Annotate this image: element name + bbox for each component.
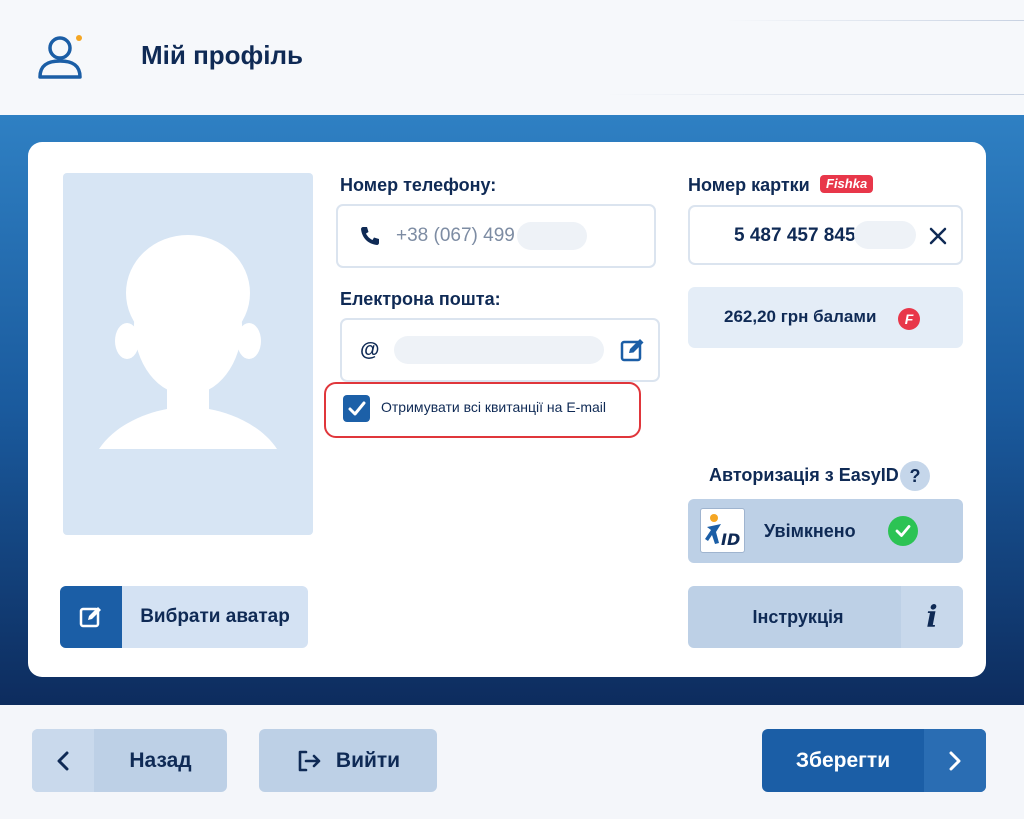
info-icon: i [901, 586, 963, 648]
edit-email-icon[interactable] [620, 337, 646, 363]
back-label: Назад [129, 749, 192, 772]
close-icon[interactable] [927, 225, 949, 247]
check-circle-icon [888, 516, 918, 546]
logout-button[interactable]: Вийти [259, 729, 437, 792]
back-button[interactable]: Назад [32, 729, 227, 792]
edit-icon [60, 586, 122, 648]
phone-value: +38 (067) 499 [396, 225, 515, 246]
email-label: Електрона пошта: [340, 289, 501, 309]
phone-icon [361, 227, 379, 245]
easyid-status[interactable]: ID Увімкнено [688, 499, 963, 563]
masked-email [393, 336, 604, 364]
avatar [63, 173, 313, 535]
header-decoration-line [724, 20, 1024, 21]
logout-icon [298, 750, 321, 771]
easyid-label: Авторизація з EasyID [709, 465, 899, 485]
checkmark-icon [348, 401, 365, 415]
receipts-checkbox[interactable] [343, 395, 370, 422]
chevron-left-icon [32, 729, 94, 792]
points-text: 262,20 грн балами [724, 307, 877, 326]
page-title: Мій профіль [141, 40, 304, 70]
phone-label: Номер телефону: [340, 175, 497, 195]
easyid-logo-icon: ID [700, 508, 745, 553]
save-label: Зберегти [795, 749, 891, 772]
card-number-value: 5 487 457 845 [734, 225, 856, 246]
svg-text:ID: ID [721, 530, 740, 549]
chevron-right-icon [924, 729, 986, 792]
fishka-badge: Fishka [820, 175, 874, 193]
save-button[interactable]: Зберегти [762, 729, 986, 792]
help-icon[interactable]: ? [900, 461, 930, 491]
phone-field[interactable]: +38 (067) 499 [336, 204, 656, 268]
email-field[interactable]: @ [340, 318, 660, 382]
fishka-coin-icon: F [898, 308, 920, 330]
card-number-field[interactable]: 5 487 457 845 [688, 205, 963, 265]
choose-avatar-label: Вибрати аватар [140, 606, 290, 627]
points-balance: 262,20 грн балами F [688, 287, 963, 348]
easyid-status-text: Увімкнено [764, 521, 856, 541]
user-profile-icon [38, 35, 82, 79]
header: Мій профіль [0, 0, 1024, 115]
masked-card-digits [854, 221, 916, 249]
header-decoration-line [604, 94, 1024, 95]
instruction-button[interactable]: Інструкція i [688, 586, 963, 648]
receipts-checkbox-label[interactable]: Отримувати всі квитанції на E-mail [381, 399, 606, 415]
choose-avatar-button[interactable]: Вибрати аватар [60, 586, 308, 648]
card-number-label: Номер картки [688, 175, 810, 195]
instruction-label: Інструкція [752, 607, 844, 627]
masked-digits [516, 222, 587, 250]
email-prefix: @ [360, 338, 380, 361]
logout-label: Вийти [335, 748, 401, 772]
person-silhouette-icon [99, 235, 277, 449]
